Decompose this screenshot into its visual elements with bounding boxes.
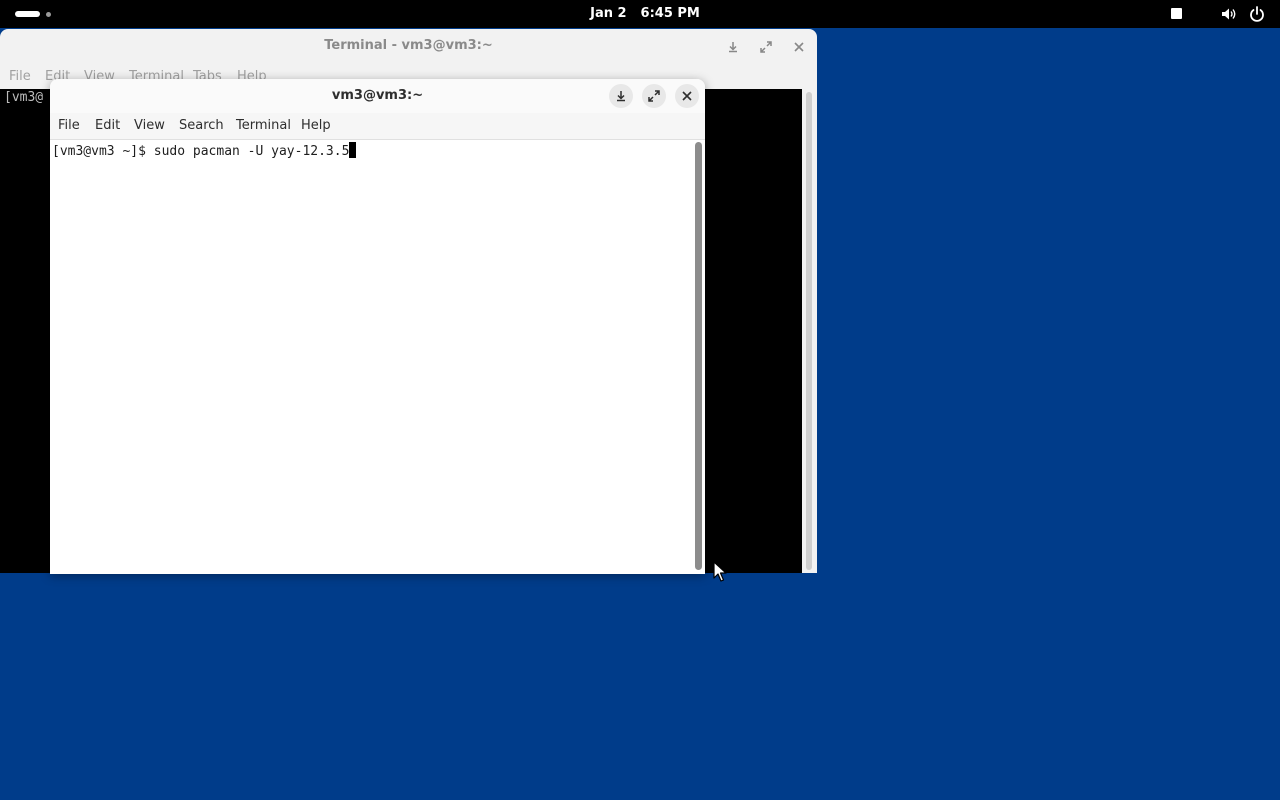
volume-icon[interactable] bbox=[1220, 5, 1238, 23]
maximize-button[interactable] bbox=[642, 84, 666, 108]
menu-file[interactable]: File bbox=[58, 118, 80, 133]
clock[interactable]: Jan 2 6:45 PM bbox=[580, 0, 710, 28]
minimize-icon bbox=[617, 91, 625, 102]
maximize-button[interactable] bbox=[754, 35, 778, 59]
terminal-prompt: [vm3@ bbox=[4, 90, 44, 105]
close-icon bbox=[682, 91, 692, 101]
minimize-button[interactable] bbox=[609, 84, 633, 108]
scrollbar-thumb[interactable] bbox=[695, 142, 702, 570]
workspace-pill bbox=[15, 11, 40, 17]
tray-square-icon[interactable] bbox=[1171, 8, 1182, 19]
scrollbar[interactable] bbox=[802, 89, 817, 573]
close-icon bbox=[794, 42, 804, 52]
command-line: [vm3@vm3 ~]$ sudo pacman -U yay-12.3.5 bbox=[52, 142, 357, 159]
scrollbar[interactable] bbox=[693, 140, 705, 574]
close-button[interactable] bbox=[787, 35, 811, 59]
close-button[interactable] bbox=[675, 84, 699, 108]
terminal-prompt: [vm3@vm3 ~]$ bbox=[52, 144, 154, 159]
minimize-button[interactable] bbox=[721, 35, 745, 59]
window-title: Terminal - vm3@vm3:~ bbox=[324, 38, 493, 53]
menu-view[interactable]: View bbox=[134, 118, 165, 133]
menu-bar: File Edit View Search Terminal Help bbox=[50, 113, 705, 140]
maximize-icon bbox=[760, 41, 772, 53]
menu-help[interactable]: Help bbox=[301, 118, 331, 133]
mouse-pointer-icon bbox=[713, 561, 727, 582]
terminal-command: sudo pacman -U yay-12.3.5 bbox=[153, 144, 350, 159]
workspace-dot bbox=[46, 12, 51, 17]
menu-edit[interactable]: Edit bbox=[95, 118, 120, 133]
minimize-icon bbox=[729, 42, 737, 53]
menu-search[interactable]: Search bbox=[179, 118, 224, 133]
menu-terminal[interactable]: Terminal bbox=[236, 118, 291, 133]
power-icon[interactable] bbox=[1249, 5, 1265, 23]
foreground-terminal-window[interactable]: vm3@vm3:~ File Edit View Search Terminal… bbox=[50, 79, 705, 574]
text-cursor bbox=[349, 142, 357, 158]
window-title: vm3@vm3:~ bbox=[50, 79, 705, 113]
clock-time: 6:45 PM bbox=[640, 6, 700, 21]
scrollbar-thumb[interactable] bbox=[806, 92, 812, 570]
activities-indicator[interactable] bbox=[15, 9, 55, 19]
terminal-area[interactable]: [vm3@vm3 ~]$ sudo pacman -U yay-12.3.5 bbox=[50, 140, 693, 574]
maximize-icon bbox=[648, 90, 660, 102]
menu-file[interactable]: File bbox=[9, 69, 31, 84]
clock-date: Jan 2 bbox=[590, 6, 627, 21]
top-bar: Jan 2 6:45 PM bbox=[0, 0, 1280, 28]
